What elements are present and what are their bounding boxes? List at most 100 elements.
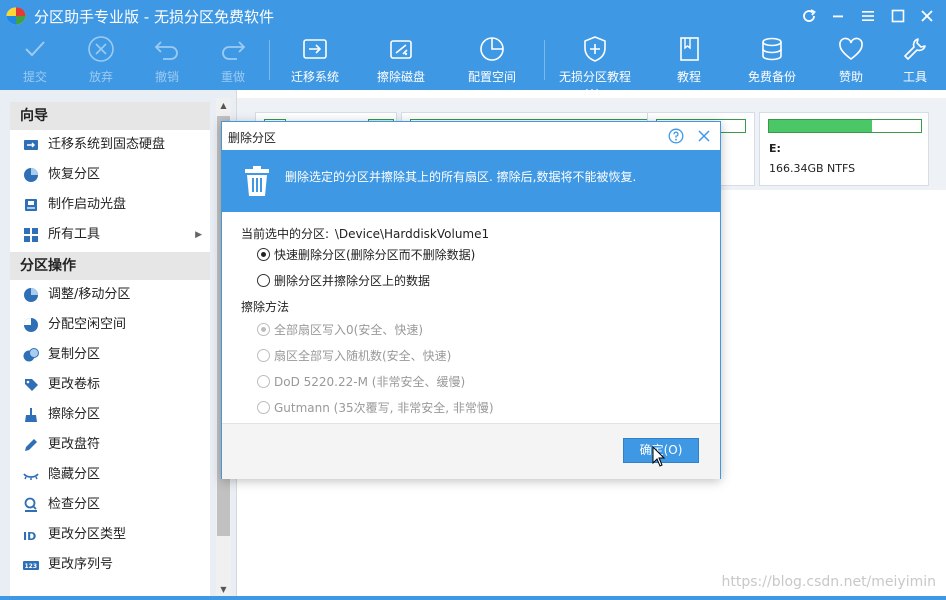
commit-button[interactable]: 提交	[20, 34, 50, 88]
check-partition-icon	[24, 497, 37, 512]
partition-ops-section-header: 分区操作	[10, 252, 210, 280]
radio-button[interactable]	[257, 400, 270, 414]
wipe-disk-button[interactable]: 擦除磁盘	[377, 34, 425, 88]
option-label: Gutmann (35次覆写, 非常安全, 非常慢)	[274, 400, 494, 415]
disk-info: 166.34GB NTFS	[769, 162, 856, 175]
close-icon[interactable]	[696, 128, 712, 144]
hide-partition-icon	[23, 473, 39, 480]
dialog-title: 删除分区	[228, 131, 277, 145]
radio-button[interactable]	[257, 247, 270, 261]
discard-button[interactable]: 放弃	[86, 34, 116, 88]
scroll-up-icon[interactable]: ▲	[216, 98, 231, 114]
heart-icon	[836, 34, 866, 64]
option-label: 扇区全部写入随机数(安全、快速)	[274, 348, 452, 363]
sidebar-item-label: 恢复分区	[48, 167, 101, 182]
sidebar-item-check-partition[interactable]: 检查分区	[10, 490, 210, 520]
sidebar-item-label: 迁移系统到固态硬盘	[48, 137, 166, 152]
free-backup-button[interactable]: 免费备份	[748, 34, 796, 88]
change-serial-icon: 123	[23, 561, 39, 570]
option-label: 全部扇区写入0(安全、快速)	[274, 322, 423, 337]
sidebar: 向导 迁移系统到固态硬盘 恢复分区 制作启动光盘 所有工具 ▶ 分区操作 调整/…	[10, 102, 210, 600]
migrate-os-button[interactable]: 迁移系统	[291, 34, 339, 88]
option-delete-and-wipe[interactable]: 删除分区并擦除分区上的数据	[257, 271, 430, 289]
sidebar-item-change-letter[interactable]: 更改盘符	[10, 430, 210, 460]
radio-button[interactable]	[257, 348, 270, 362]
sidebar-item-migrate-ssd[interactable]: 迁移系统到固态硬盘	[10, 130, 210, 160]
submenu-arrow-icon: ▶	[195, 230, 202, 240]
wipe-method-dod[interactable]: DoD 5220.22-M (非常安全、缓慢)	[257, 372, 465, 390]
tutorial-button[interactable]: 教程	[674, 34, 704, 88]
sidebar-item-all-tools[interactable]: 所有工具 ▶	[10, 220, 210, 250]
menu-icon[interactable]	[856, 4, 880, 28]
title-bar: 分区助手专业版 - 无损分区免费软件	[0, 0, 946, 32]
minimize-icon[interactable]	[826, 4, 850, 28]
undo-button[interactable]: 撤销	[152, 34, 182, 88]
sidebar-item-copy-partition[interactable]: 复制分区	[10, 340, 210, 370]
checkmark-icon	[20, 34, 50, 64]
all-tools-icon	[24, 228, 38, 242]
migrate-ssd-icon	[24, 140, 38, 150]
sidebar-item-change-label[interactable]: 更改卷标	[10, 370, 210, 400]
allocate-space-label: 配置空间	[468, 70, 517, 84]
radio-button[interactable]	[257, 322, 270, 336]
sidebar-item-label: 复制分区	[48, 347, 101, 362]
option-quick-delete[interactable]: 快速删除分区(删除分区而不删除数据)	[257, 245, 475, 263]
tools-button[interactable]: 工具	[900, 34, 930, 88]
sidebar-item-label: 隐藏分区	[48, 467, 101, 482]
close-icon[interactable]	[915, 4, 939, 28]
wipe-method-gutmann[interactable]: Gutmann (35次覆写, 非常安全, 非常慢)	[257, 398, 494, 416]
redo-button[interactable]: 重做	[218, 34, 248, 88]
recover-partition-icon	[24, 168, 38, 182]
disk-card-e[interactable]: E: 166.34GB NTFS	[759, 112, 929, 186]
allocate-space-button[interactable]: 配置空间	[468, 34, 516, 88]
maximize-icon[interactable]	[886, 4, 910, 28]
sidebar-item-label: 更改卷标	[48, 377, 101, 392]
current-partition-row: 当前选中的分区: \Device\HarddiskVolume1	[241, 225, 489, 242]
database-icon	[757, 34, 787, 64]
dialog-body: 当前选中的分区: \Device\HarddiskVolume1 快速删除分区(…	[222, 212, 720, 424]
sidebar-item-recover-partition[interactable]: 恢复分区	[10, 160, 210, 190]
sidebar-item-hide-partition[interactable]: 隐藏分区	[10, 460, 210, 490]
svg-text:123: 123	[25, 563, 38, 570]
app-title: 分区助手专业版 - 无损分区免费软件	[34, 8, 274, 26]
copy-partition-icon	[23, 348, 39, 362]
donate-label: 赞助	[838, 70, 863, 84]
dialog-banner: 删除选定的分区并擦除其上的所有扇区. 擦除后,数据将不能被恢复.	[222, 150, 720, 212]
bottom-strip	[0, 596, 946, 600]
radio-button[interactable]	[257, 374, 270, 388]
sidebar-item-bootable-disc[interactable]: 制作启动光盘	[10, 190, 210, 220]
sidebar-item-label: 调整/移动分区	[48, 287, 131, 302]
wizard-section-header: 向导	[10, 102, 210, 130]
undo-icon	[152, 34, 182, 64]
disk-usage-fill	[769, 120, 873, 132]
wrench-icon	[900, 34, 930, 64]
current-partition-value: \Device\HarddiskVolume1	[334, 227, 490, 241]
wipe-method-zero[interactable]: 全部扇区写入0(安全、快速)	[257, 320, 423, 338]
help-icon[interactable]	[668, 128, 684, 144]
radio-button[interactable]	[257, 273, 270, 287]
mouse-cursor-icon	[652, 446, 666, 467]
undo-label: 撤销	[154, 70, 179, 84]
dialog-title-bar[interactable]: 删除分区	[222, 122, 720, 150]
top-bar: 分区助手专业版 - 无损分区免费软件 提交 放弃 撤销 重做 迁移系统 擦除磁盘…	[0, 0, 946, 91]
wipe-disk-icon	[386, 34, 416, 64]
sidebar-item-label: 更改盘符	[48, 437, 101, 452]
delete-partition-dialog: 删除分区 删除选定的分区并擦除其上的所有扇区. 擦除后,数据将不能被恢复. 当前…	[221, 121, 721, 479]
allocate-space-icon	[24, 318, 38, 332]
sidebar-item-change-type[interactable]: ID 更改分区类型	[10, 520, 210, 550]
svg-text:ID: ID	[23, 530, 36, 543]
sidebar-item-allocate-space[interactable]: 分配空闲空间	[10, 310, 210, 340]
lossless-tutorial-button[interactable]: 无损分区教程	[559, 34, 631, 88]
sidebar-item-resize-move[interactable]: 调整/移动分区	[10, 280, 210, 310]
sidebar-item-label: 所有工具	[48, 227, 101, 242]
wipe-method-random[interactable]: 扇区全部写入随机数(安全、快速)	[257, 346, 451, 364]
toolbar: 提交 放弃 撤销 重做 迁移系统 擦除磁盘 配置空间 无损分区教程 教程 免费备…	[0, 32, 946, 90]
sidebar-item-label: 更改分区类型	[48, 527, 127, 542]
sidebar-item-change-serial[interactable]: 123 更改序列号	[10, 550, 210, 580]
book-icon	[674, 34, 704, 64]
refresh-icon[interactable]	[797, 4, 821, 28]
sidebar-item-wipe-partition[interactable]: 擦除分区	[10, 400, 210, 430]
redo-icon	[218, 34, 248, 64]
donate-button[interactable]: 赞助	[836, 34, 866, 88]
lossless-tutorial-label: 无损分区教程	[559, 70, 632, 84]
